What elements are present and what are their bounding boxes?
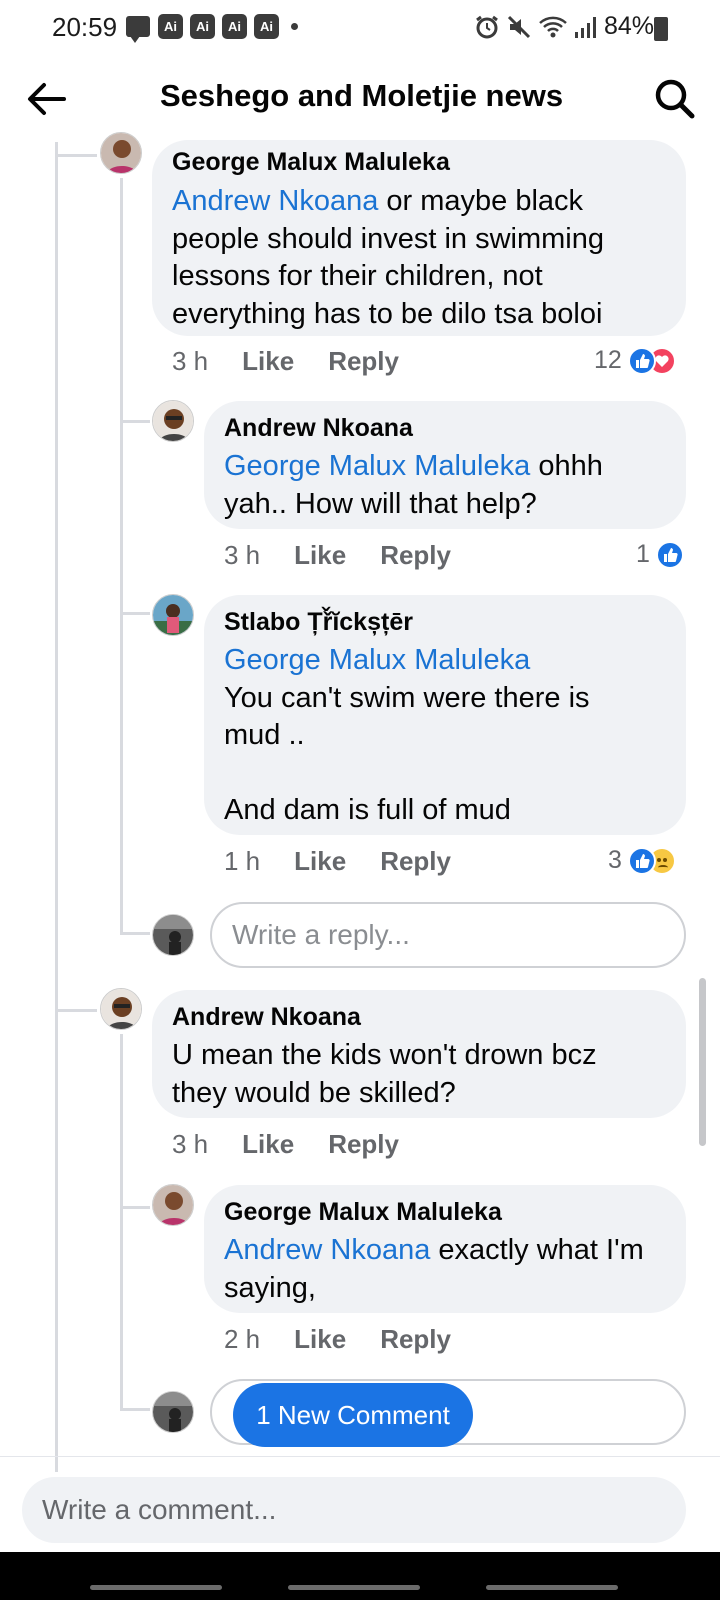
app-header: Seshego and Moletjie news (0, 62, 720, 136)
mention-link[interactable]: George Malux Maluleka (224, 450, 530, 482)
reply-button[interactable]: Reply (328, 346, 399, 377)
reaction-count: 12 (594, 346, 622, 374)
like-icon (627, 846, 656, 875)
reply-button[interactable]: Reply (380, 540, 451, 571)
nav-recent-button[interactable] (90, 1585, 222, 1590)
comment-text: Andrew Nkoana exactly what I'm saying, (224, 1234, 652, 1304)
ai-icon: Ai (190, 14, 215, 39)
comment-bubble[interactable]: George Malux Maluleka Andrew Nkoana or m… (152, 140, 686, 336)
comment-author[interactable]: George Malux Maluleka (224, 1198, 686, 1226)
like-button[interactable]: Like (242, 1129, 294, 1160)
like-icon (655, 540, 684, 569)
comment-time: 3 h (172, 346, 209, 376)
reaction-summary[interactable]: 1 (636, 540, 684, 569)
status-time: 20:59 (52, 12, 118, 42)
comment-actions: 1 h Like Reply (224, 846, 485, 877)
comment-text: George Malux Maluleka You can't swim were… (224, 642, 644, 830)
comment-time: 2 h (224, 1324, 261, 1354)
comment-actions: 2 h Like Reply (224, 1324, 485, 1355)
arrow-left-icon (28, 83, 66, 115)
battery-percent: 84% (603, 12, 654, 40)
avatar[interactable] (100, 988, 142, 1030)
comment-author[interactable]: George Malux Maluleka (172, 148, 686, 176)
thread-line (120, 1034, 123, 1409)
alarm-icon (476, 15, 498, 38)
avatar[interactable] (100, 132, 142, 174)
comment-author[interactable]: Andrew Nkoana (224, 414, 686, 442)
avatar[interactable] (152, 400, 194, 442)
battery-icon (654, 17, 668, 41)
comment-author[interactable]: Stlabo Țř̌ĭckșțēr (224, 608, 686, 636)
comment-actions: 3 h Like Reply (224, 540, 485, 571)
comment-author[interactable]: Andrew Nkoana (172, 1003, 686, 1031)
comment-actions: 3 h Like Reply (172, 1129, 433, 1160)
nav-home-button[interactable] (288, 1585, 420, 1590)
page-title: Seshego and Moletjie news (160, 78, 564, 113)
ai-icon: Ai (222, 14, 247, 39)
system-nav-bar (0, 1552, 720, 1600)
wifi-icon (539, 16, 567, 37)
mention-link[interactable]: Andrew Nkoana (172, 185, 378, 217)
search-button[interactable] (652, 76, 698, 122)
avatar (152, 1391, 194, 1433)
back-button[interactable] (22, 76, 74, 122)
new-comment-button[interactable]: 1 New Comment (233, 1383, 473, 1447)
thread-line (55, 142, 58, 1472)
avatar (152, 914, 194, 956)
mention-link[interactable]: George Malux Maluleka (224, 642, 644, 680)
comment-bubble[interactable]: George Malux Maluleka Andrew Nkoana exac… (204, 1185, 686, 1313)
scrollbar[interactable] (699, 978, 706, 1146)
reaction-count: 1 (636, 540, 650, 568)
thread-line (120, 178, 123, 933)
thread-line (120, 420, 150, 423)
comment-time: 3 h (224, 540, 261, 570)
status-bar: 20:59 Ai Ai Ai Ai 84% (0, 0, 720, 54)
message-icon (126, 16, 150, 43)
nav-back-button[interactable] (486, 1585, 618, 1590)
thread-line (120, 1408, 150, 1411)
more-notifications-dot (291, 23, 298, 30)
comment-text: Andrew Nkoana or maybe black people shou… (172, 185, 613, 330)
comment-text: U mean the kids won't drown bcz they wou… (172, 1039, 605, 1109)
divider (0, 1456, 720, 1457)
search-icon (655, 79, 695, 119)
comment-bubble[interactable]: Andrew Nkoana George Malux Maluleka ohhh… (204, 401, 686, 529)
avatar[interactable] (152, 1184, 194, 1226)
thread-line (120, 612, 150, 615)
comment-bubble[interactable]: Stlabo Țř̌ĭckșțēr George Malux Maluleka Y… (204, 595, 686, 835)
ai-icon: Ai (158, 14, 183, 39)
like-button[interactable]: Like (294, 540, 346, 571)
comment-time: 3 h (172, 1129, 209, 1159)
reply-button[interactable]: Reply (380, 846, 451, 877)
like-button[interactable]: Like (294, 1324, 346, 1355)
thread-line (120, 932, 150, 935)
system-icons: 84% (474, 12, 654, 41)
notification-icons: Ai Ai Ai Ai (126, 14, 298, 43)
comment-text: George Malux Maluleka ohhh yah.. How wil… (224, 450, 611, 520)
comment-time: 1 h (224, 846, 261, 876)
avatar[interactable] (152, 594, 194, 636)
thread-line (55, 1009, 97, 1012)
comment-actions: 3 h Like Reply (172, 346, 433, 377)
like-icon (627, 346, 656, 375)
comment-input[interactable]: Write a comment... (22, 1477, 686, 1543)
reaction-summary[interactable]: 3 (608, 846, 676, 875)
reply-button[interactable]: Reply (380, 1324, 451, 1355)
mute-icon (507, 15, 531, 38)
like-button[interactable]: Like (242, 346, 294, 377)
reaction-count: 3 (608, 846, 622, 874)
ai-icon: Ai (254, 14, 279, 39)
reply-button[interactable]: Reply (328, 1129, 399, 1160)
mention-link[interactable]: Andrew Nkoana (224, 1234, 430, 1266)
thread-line (55, 154, 97, 157)
comment-bubble[interactable]: Andrew Nkoana U mean the kids won't drow… (152, 990, 686, 1118)
reaction-summary[interactable]: 12 (594, 346, 676, 375)
thread-line (120, 1206, 150, 1209)
like-button[interactable]: Like (294, 846, 346, 877)
reply-input[interactable]: Write a reply... (210, 902, 686, 968)
signal-icon (574, 16, 596, 38)
